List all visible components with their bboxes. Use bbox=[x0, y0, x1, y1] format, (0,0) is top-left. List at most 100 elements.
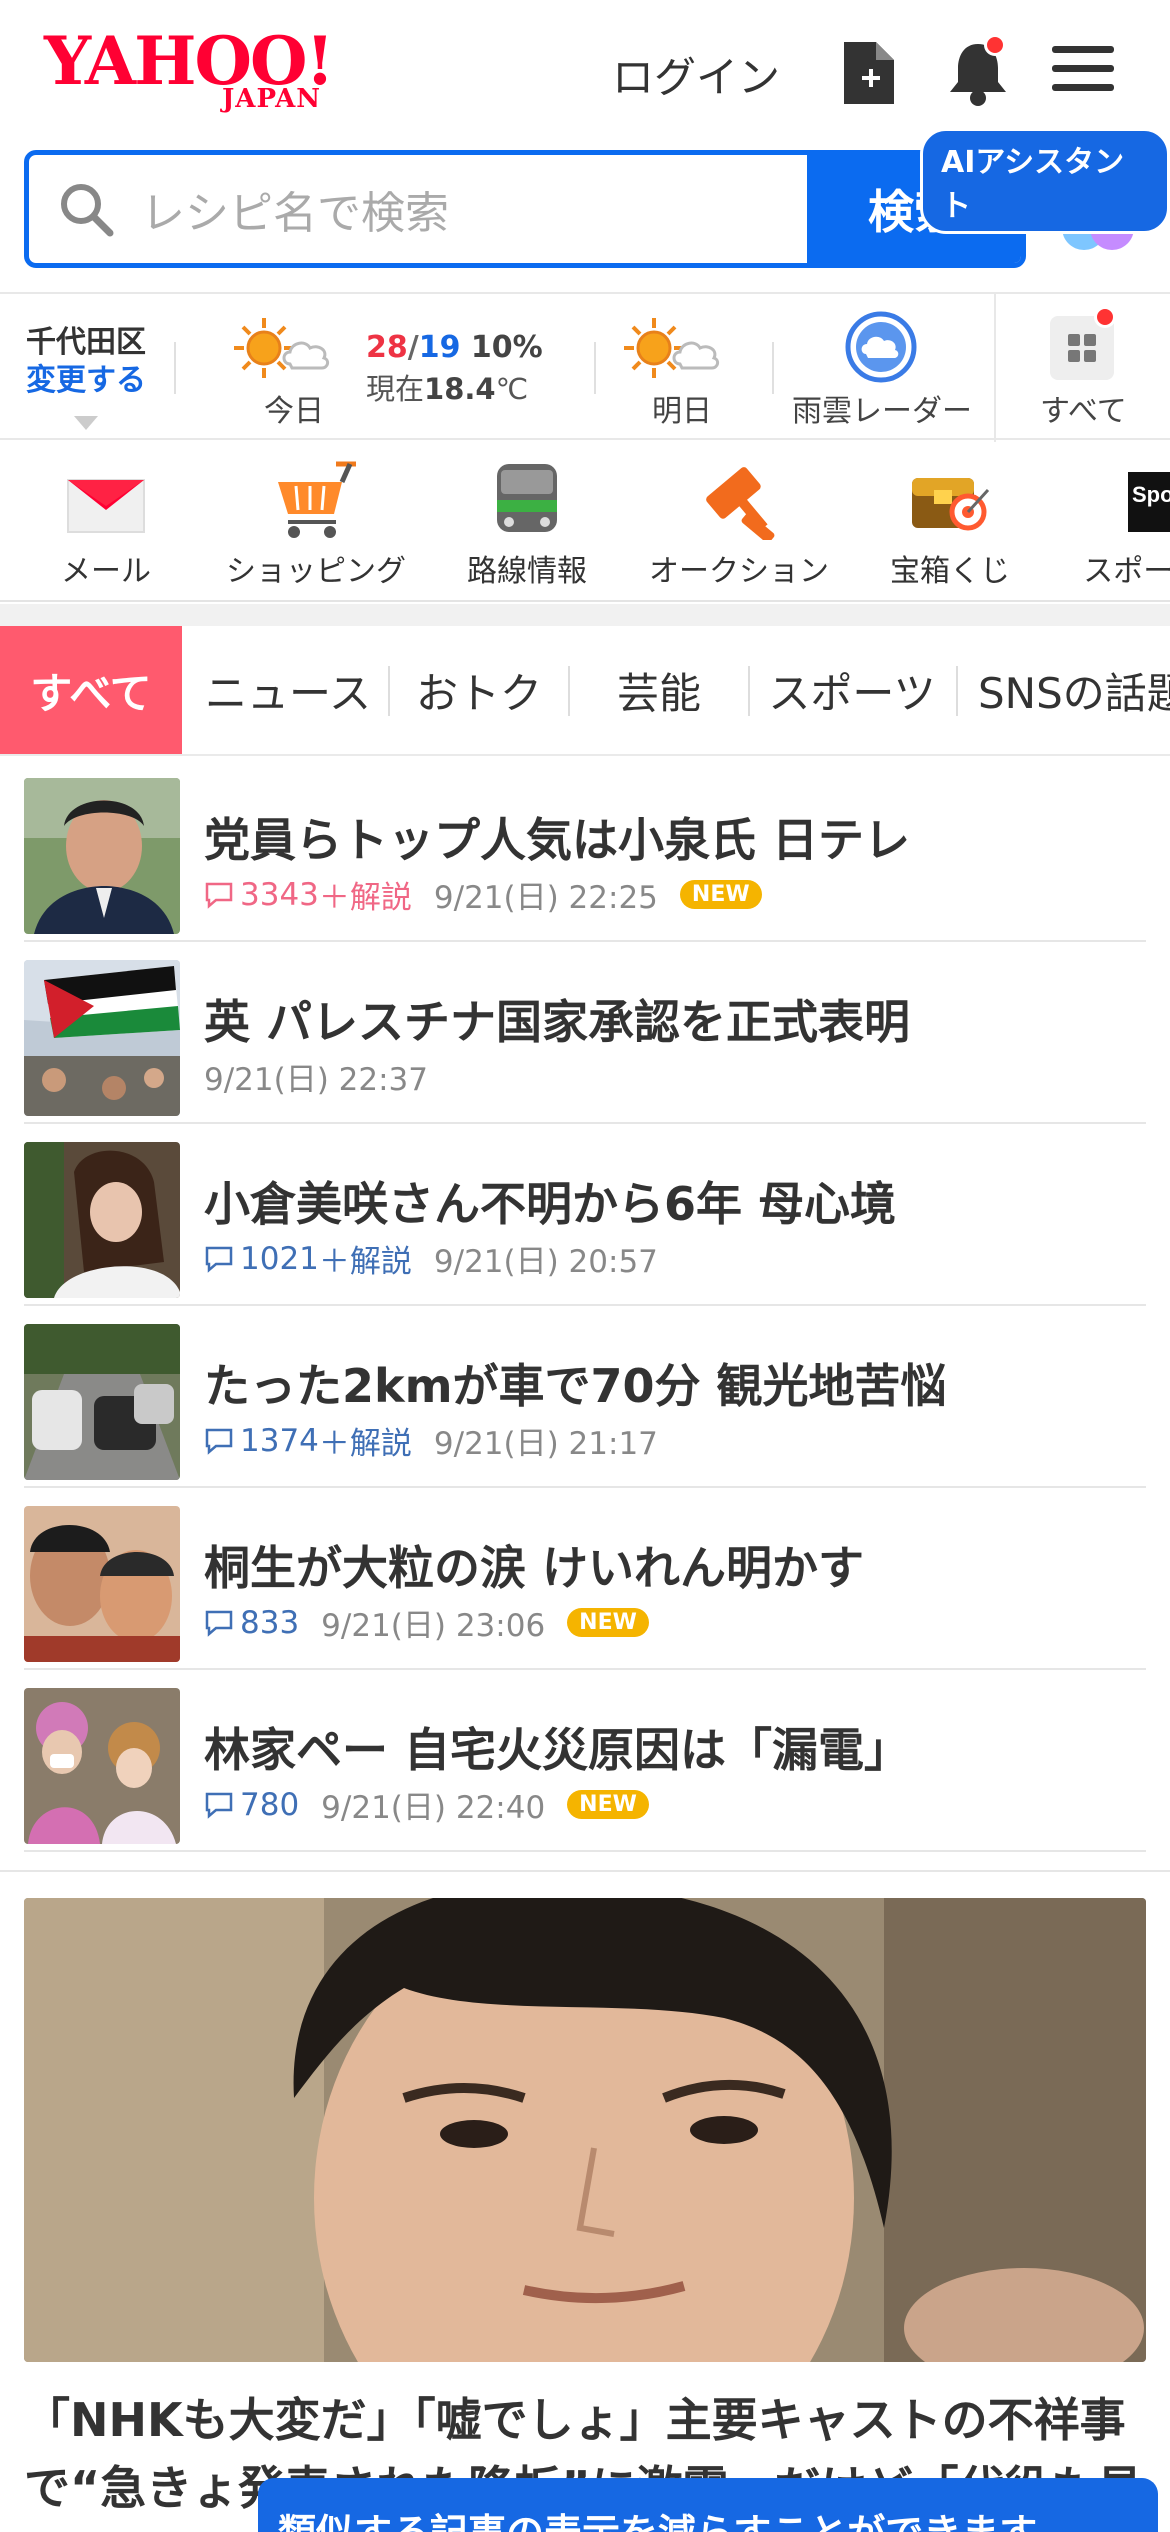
service-label: ショッピング bbox=[226, 554, 406, 589]
divider bbox=[174, 342, 176, 394]
current-unit: ℃ bbox=[495, 372, 529, 406]
sun-cloud-icon bbox=[232, 316, 352, 384]
news-meta: 780 9/21(日) 22:40 NEW bbox=[204, 1782, 649, 1827]
news-title[interactable]: 小倉美咲さん不明から6年 母心境 bbox=[204, 1168, 896, 1234]
news-meta: 833 9/21(日) 23:06 NEW bbox=[204, 1600, 649, 1645]
service-label: スポーツ bbox=[1083, 554, 1170, 589]
news-meta: 3343 ＋解説 9/21(日) 22:25 NEW bbox=[204, 872, 762, 917]
news-time: 9/21(日) 21:17 bbox=[433, 1426, 658, 1462]
login-link[interactable]: ログイン bbox=[612, 44, 780, 105]
all-label[interactable]: すべて bbox=[1040, 386, 1127, 430]
news-time: 9/21(日) 22:40 bbox=[321, 1790, 546, 1826]
news-time: 9/21(日) 22:25 bbox=[433, 880, 658, 916]
comment-icon bbox=[205, 1610, 233, 1637]
news-thumbnail bbox=[24, 1506, 180, 1662]
weather-bar: 千代田区 変更する 今日 28/19 10% 現在18.4℃ 明日 雨雲レーダー… bbox=[0, 292, 1170, 442]
current-value: 18.4 bbox=[424, 372, 496, 406]
search-icon bbox=[61, 184, 114, 237]
tab-entertainment[interactable]: 芸能 bbox=[570, 626, 748, 754]
news-item[interactable]: 党員らトップ人気は小泉氏 日テレ 3343 ＋解説 9/21(日) 22:25 N… bbox=[24, 760, 1146, 942]
mail-icon bbox=[67, 479, 145, 533]
city-name: 千代田区 bbox=[26, 325, 146, 360]
news-meta: 9/21(日) 22:37 bbox=[204, 1054, 428, 1099]
comment-number: 833 bbox=[240, 1604, 300, 1641]
service-sports[interactable]: Spo スポーツ bbox=[1068, 460, 1170, 590]
news-time: 9/21(日) 22:37 bbox=[204, 1062, 428, 1098]
comment-count[interactable]: 3343 ＋解説 bbox=[204, 872, 412, 917]
current-prefix: 現在 bbox=[366, 372, 425, 406]
service-auction[interactable]: オークション bbox=[646, 460, 832, 590]
section-gap bbox=[0, 604, 1170, 626]
comment-number: 780 bbox=[240, 1786, 300, 1823]
news-thumbnail bbox=[24, 1142, 180, 1298]
news-item[interactable]: 桐生が大粒の涙 けいれん明かす 833 9/21(日) 23:06 NEW bbox=[24, 1488, 1146, 1670]
comment-icon bbox=[205, 1428, 233, 1455]
rain-radar-icon[interactable] bbox=[844, 310, 918, 388]
rain-chance: 10% bbox=[470, 330, 543, 365]
search-row: レシピ名で検索 検索 AIアシスタント bbox=[0, 128, 1170, 285]
comment-number: 3343 bbox=[240, 876, 319, 913]
news-item[interactable]: たった2kmが車で70分 観光地苦悩 1374 ＋解説 9/21(日) 21:17 bbox=[24, 1306, 1146, 1488]
new-badge: NEW bbox=[567, 1608, 649, 1637]
new-badge: NEW bbox=[679, 880, 762, 909]
treasure-icon bbox=[912, 478, 990, 531]
tab-sns[interactable]: SNSの話題 bbox=[958, 626, 1170, 754]
notification-dot bbox=[984, 34, 1006, 56]
caret-down-icon bbox=[74, 416, 98, 430]
temp-slash: / bbox=[407, 330, 419, 365]
tab-deals[interactable]: おトク bbox=[390, 626, 568, 754]
today-temps: 28/19 10% bbox=[366, 330, 543, 365]
change-location-link[interactable]: 変更する bbox=[26, 362, 146, 400]
logo-sub-text: JAPAN bbox=[222, 84, 322, 114]
news-title[interactable]: 林家ペー 自宅火災原因は「漏電」 bbox=[204, 1714, 910, 1780]
news-title[interactable]: 英 パレスチナ国家承認を正式表明 bbox=[204, 986, 910, 1052]
document-add-icon[interactable] bbox=[840, 38, 898, 112]
new-badge: NEW bbox=[567, 1790, 649, 1819]
divider bbox=[994, 294, 996, 442]
news-title[interactable]: たった2kmが車で70分 観光地苦悩 bbox=[204, 1350, 947, 1416]
news-item[interactable]: 英 パレスチナ国家承認を正式表明 9/21(日) 22:37 bbox=[24, 942, 1146, 1124]
search-placeholder: レシピ名で検索 bbox=[141, 188, 449, 239]
yahoo-japan-logo[interactable]: YAHOO! JAPAN bbox=[44, 28, 364, 118]
sun-cloud-icon bbox=[622, 316, 742, 384]
comment-number: 1021 bbox=[240, 1240, 319, 1277]
radar-label[interactable]: 雨雲レーダー bbox=[792, 386, 972, 430]
service-label: 路線情報 bbox=[467, 554, 587, 589]
location[interactable]: 千代田区 変更する bbox=[26, 324, 146, 400]
train-icon bbox=[497, 464, 557, 532]
news-time: 9/21(日) 23:06 bbox=[321, 1608, 546, 1644]
tab-news[interactable]: ニュース bbox=[190, 626, 386, 754]
today-label: 今日 bbox=[264, 394, 324, 429]
service-mail[interactable]: メール bbox=[46, 460, 166, 590]
service-shopping[interactable]: ショッピング bbox=[222, 460, 410, 590]
service-label: オークション bbox=[649, 554, 829, 589]
comment-count[interactable]: 780 bbox=[204, 1787, 299, 1823]
feedback-toast[interactable]: 類似する記事の表示を減らすことができます bbox=[258, 2478, 1158, 2532]
bell-icon[interactable] bbox=[944, 34, 1012, 112]
comment-count[interactable]: 1374 ＋解説 bbox=[204, 1418, 412, 1463]
news-title[interactable]: 桐生が大粒の涙 けいれん明かす bbox=[204, 1532, 864, 1598]
service-label: メール bbox=[61, 554, 151, 589]
search-input[interactable]: レシピ名で検索 bbox=[29, 155, 807, 263]
current-temp: 現在18.4℃ bbox=[366, 366, 528, 408]
divider bbox=[772, 342, 774, 394]
svg-text:Spo: Spo bbox=[1132, 482, 1170, 507]
menu-icon[interactable] bbox=[1050, 38, 1116, 102]
news-item[interactable]: 小倉美咲さん不明から6年 母心境 1021 ＋解説 9/21(日) 20:57 bbox=[24, 1124, 1146, 1306]
gavel-icon bbox=[706, 467, 775, 540]
comment-count[interactable]: 833 bbox=[204, 1605, 299, 1641]
services-bar: メール ショッピング 路線情報 オークション 宝箱くじ Spo スポー bbox=[0, 440, 1170, 602]
service-takarabako[interactable]: 宝箱くじ bbox=[884, 460, 1016, 590]
comment-icon bbox=[205, 882, 233, 909]
tab-sports[interactable]: スポーツ bbox=[750, 626, 954, 754]
ai-assistant-badge[interactable]: AIアシスタント bbox=[920, 128, 1170, 234]
notification-dot bbox=[1094, 306, 1116, 328]
news-item[interactable]: 林家ペー 自宅火災原因は「漏電」 780 9/21(日) 22:40 NEW bbox=[24, 1670, 1146, 1852]
analysis-tag: ＋解説 bbox=[318, 880, 412, 916]
feature-image[interactable] bbox=[24, 1898, 1146, 2362]
service-route[interactable]: 路線情報 bbox=[462, 460, 592, 590]
search-box: レシピ名で検索 検索 bbox=[24, 150, 1026, 268]
news-title[interactable]: 党員らトップ人気は小泉氏 日テレ bbox=[204, 804, 910, 870]
comment-count[interactable]: 1021 ＋解説 bbox=[204, 1236, 412, 1281]
tab-all[interactable]: すべて bbox=[0, 626, 182, 754]
